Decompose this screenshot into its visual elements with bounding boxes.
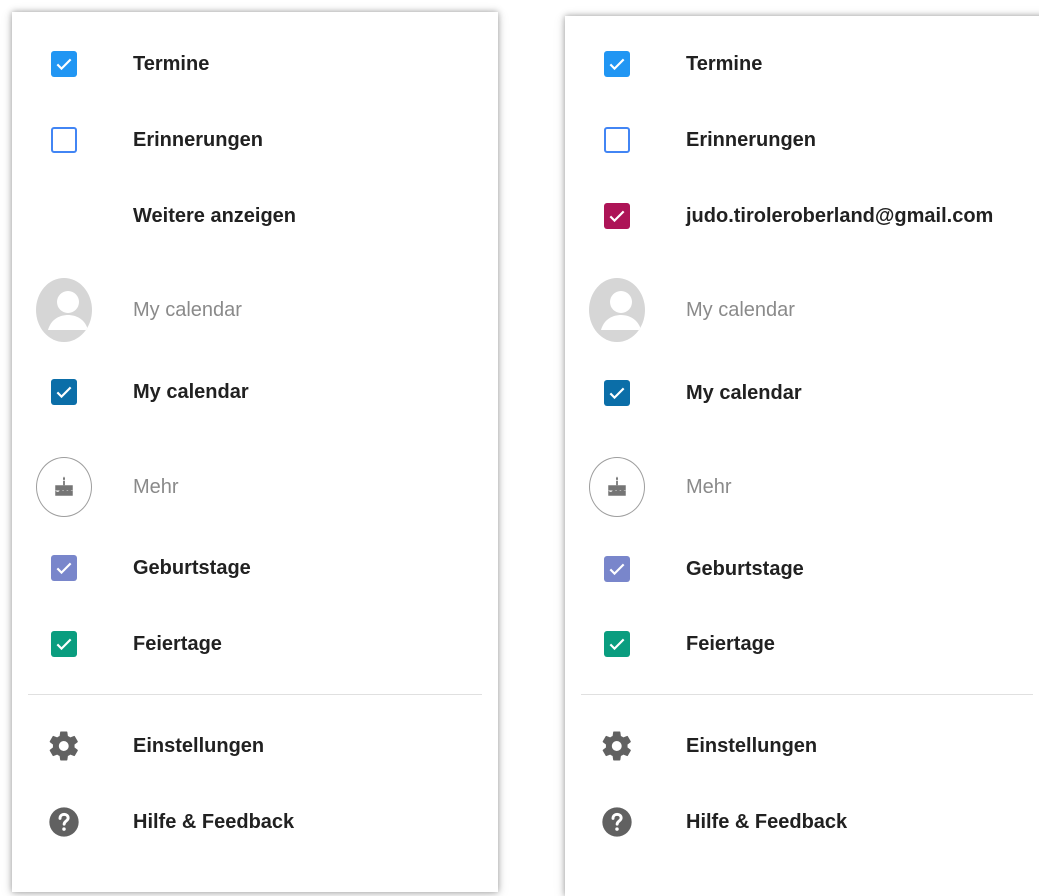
settings-label: Einstellungen: [133, 734, 265, 757]
more-header: Mehr: [12, 457, 498, 517]
check-icon: [609, 58, 625, 71]
calendar-item-erinnerungen[interactable]: Erinnerungen: [565, 120, 1039, 160]
help-icon: [49, 807, 79, 837]
gear-icon: [49, 731, 78, 761]
calendar-item-feiertage[interactable]: Feiertage: [565, 624, 1039, 664]
erinnerungen-checkbox[interactable]: [51, 127, 77, 153]
calendar-item-label: Erinnerungen: [686, 128, 817, 151]
help-label: Hilfe & Feedback: [133, 810, 295, 833]
feiertage-checkbox[interactable]: [51, 631, 77, 657]
check-icon: [609, 638, 625, 651]
check-icon: [609, 563, 625, 576]
check-icon: [56, 386, 72, 399]
help-item[interactable]: Hilfe & Feedback: [565, 802, 1039, 842]
account-header: My calendar: [565, 278, 1039, 342]
check-icon: [609, 210, 625, 223]
cake-icon: [589, 457, 645, 517]
termine-checkbox[interactable]: [604, 51, 630, 77]
more-label: Mehr: [686, 475, 732, 498]
account-header: My calendar: [12, 278, 498, 342]
termine-checkbox[interactable]: [51, 51, 77, 77]
settings-item[interactable]: Einstellungen: [565, 726, 1039, 766]
person-icon: [589, 278, 645, 342]
help-icon: [602, 807, 632, 837]
calendar-item-my-calendar[interactable]: My calendar: [565, 373, 1039, 413]
check-icon: [56, 638, 72, 651]
calendar-drawer-right: Termine Erinnerungen judo.tiroleroberlan…: [565, 16, 1039, 896]
calendar-item-erinnerungen[interactable]: Erinnerungen: [12, 120, 498, 160]
calendar-item-label: Geburtstage: [686, 557, 804, 580]
calendar-item-label: judo.tiroleroberland@gmail.com: [686, 204, 994, 227]
more-header: Mehr: [565, 457, 1039, 517]
help-label: Hilfe & Feedback: [686, 810, 848, 833]
calendar-item-geburtstage[interactable]: Geburtstage: [565, 549, 1039, 589]
more-label: Mehr: [133, 475, 179, 498]
check-icon: [609, 387, 625, 400]
feiertage-checkbox[interactable]: [604, 631, 630, 657]
my-calendar-checkbox[interactable]: [51, 379, 77, 405]
my-calendar-checkbox[interactable]: [604, 380, 630, 406]
account-name: My calendar: [133, 298, 242, 321]
person-icon: [36, 278, 92, 342]
show-more-link[interactable]: Weitere anzeigen: [12, 196, 498, 236]
account-name: My calendar: [686, 298, 795, 321]
help-item[interactable]: Hilfe & Feedback: [12, 802, 498, 842]
check-icon: [56, 58, 72, 71]
calendar-item-label: Termine: [133, 52, 210, 75]
settings-item[interactable]: Einstellungen: [12, 726, 498, 766]
calendar-item-label: Feiertage: [686, 632, 775, 655]
check-icon: [56, 562, 72, 575]
geburtstage-checkbox[interactable]: [604, 556, 630, 582]
calendar-item-feiertage[interactable]: Feiertage: [12, 624, 498, 664]
calendar-item-label: Feiertage: [133, 632, 222, 655]
calendar-item-my-calendar[interactable]: My calendar: [12, 372, 498, 412]
geburtstage-checkbox[interactable]: [51, 555, 77, 581]
account-checkbox[interactable]: [604, 203, 630, 229]
calendar-item-label: Termine: [686, 52, 763, 75]
calendar-item-label: Geburtstage: [133, 556, 251, 579]
calendar-drawer-left: Termine Erinnerungen Weitere anzeigen My…: [12, 12, 498, 892]
calendar-item-label: My calendar: [133, 380, 249, 403]
divider: [581, 694, 1033, 695]
divider: [28, 694, 482, 695]
gear-icon: [602, 731, 631, 761]
settings-label: Einstellungen: [686, 734, 818, 757]
calendar-item-termine[interactable]: Termine: [565, 44, 1039, 84]
show-more-label: Weitere anzeigen: [133, 204, 297, 227]
calendar-item-geburtstage[interactable]: Geburtstage: [12, 548, 498, 588]
cake-icon: [36, 457, 92, 517]
calendar-item-account[interactable]: judo.tiroleroberland@gmail.com: [565, 196, 1039, 236]
erinnerungen-checkbox[interactable]: [604, 127, 630, 153]
calendar-item-label: Erinnerungen: [133, 128, 264, 151]
calendar-item-termine[interactable]: Termine: [12, 44, 498, 84]
calendar-item-label: My calendar: [686, 381, 802, 404]
